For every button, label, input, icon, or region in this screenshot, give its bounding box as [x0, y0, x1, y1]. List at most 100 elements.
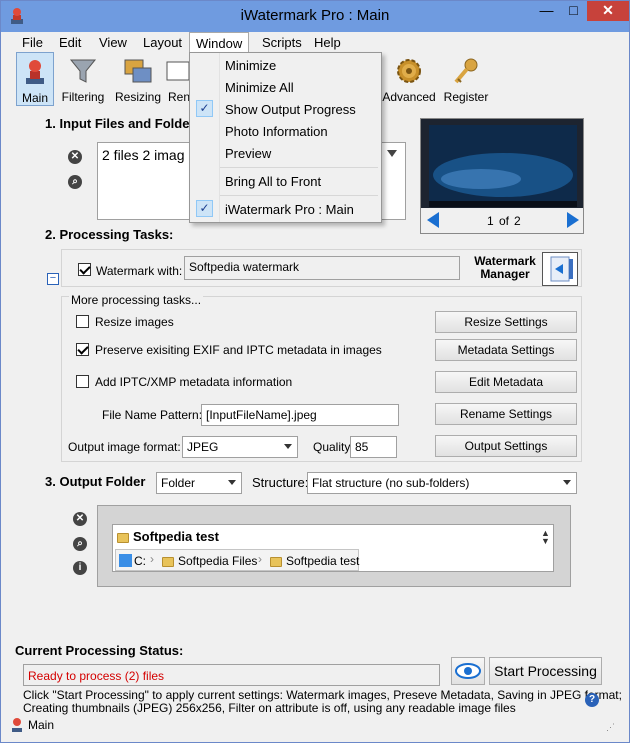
output-folder-view[interactable]: Softpedia test ▲ ▼ C: › Softpedia Files ›…: [112, 524, 554, 572]
watermark-manager-label: Watermark Manager: [474, 254, 536, 281]
menu-edit[interactable]: Edit: [59, 35, 81, 50]
breadcrumb-separator-icon: ›: [258, 552, 262, 566]
resize-grip-icon[interactable]: ⋰: [606, 722, 615, 733]
maximize-button[interactable]: □: [560, 0, 587, 21]
previous-arrow-icon[interactable]: [427, 212, 439, 228]
toolbar-rename-button[interactable]: Ren: [166, 52, 190, 106]
resize-checkbox[interactable]: [76, 315, 89, 328]
page-total: 2: [514, 214, 521, 228]
page-of: of: [499, 214, 510, 228]
quality-field[interactable]: 85: [350, 436, 397, 458]
status-description-line1: Click "Start Processing" to apply curren…: [23, 688, 622, 702]
menu-bar: File Edit View Layout Window Scripts Hel…: [8, 32, 622, 52]
processing-tasks-title: 2. Processing Tasks:: [45, 227, 174, 242]
input-files-list-dropdown[interactable]: [382, 142, 406, 220]
close-button[interactable]: ✕: [587, 0, 629, 21]
quality-label: Quality:: [313, 440, 354, 454]
menu-help[interactable]: Help: [314, 35, 341, 50]
remove-icon[interactable]: ✕: [68, 150, 82, 164]
edit-metadata-button[interactable]: Edit Metadata: [435, 371, 577, 393]
page-current: 1: [487, 214, 494, 228]
watermark-field[interactable]: Softpedia watermark: [184, 256, 460, 280]
structure-label: Structure:: [252, 475, 309, 490]
next-arrow-icon[interactable]: [567, 212, 579, 228]
menu-window[interactable]: Window: [189, 32, 250, 52]
watermark-manager-button[interactable]: [542, 252, 578, 286]
output-format-label: Output image format:: [68, 440, 181, 454]
chevron-down-icon: [284, 444, 292, 449]
check-icon: ✓: [196, 200, 213, 217]
help-icon[interactable]: ?: [585, 693, 599, 707]
title-bar: iWatermark Pro : Main — □ ✕: [0, 0, 630, 32]
watermark-manager-icon: [550, 256, 573, 282]
status-description-line2: Creating thumbnails (JPEG) 256x256, Filt…: [23, 701, 516, 715]
rename-settings-button[interactable]: Rename Settings: [435, 403, 577, 425]
menu-separator: [220, 167, 378, 168]
output-folder-name: Softpedia test: [117, 529, 219, 544]
toolbar-resizing-button[interactable]: Resizing: [112, 52, 164, 106]
breadcrumb: C: › Softpedia Files › Softpedia test: [115, 549, 359, 571]
status-bar-label: Main: [28, 718, 55, 732]
file-name-pattern-field[interactable]: [InputFileName].jpeg: [201, 404, 399, 426]
breadcrumb-drive[interactable]: C:: [134, 554, 146, 568]
file-name-pattern-label: File Name Pattern:: [102, 408, 203, 422]
metadata-label: Preserve exisiting EXIF and IPTC metadat…: [95, 343, 382, 357]
resize-label: Resize images: [95, 315, 174, 329]
minimize-button[interactable]: —: [533, 0, 560, 21]
menu-layout[interactable]: Layout: [143, 35, 182, 50]
menu-view[interactable]: View: [99, 35, 127, 50]
menu-item-minimize-all[interactable]: Minimize All: [190, 76, 381, 98]
gear-icon: [397, 59, 421, 83]
menu-item-minimize[interactable]: Minimize: [190, 54, 381, 76]
structure-select[interactable]: Flat structure (no sub-folders): [307, 472, 577, 494]
search-output-icon[interactable]: ⌕: [73, 537, 87, 551]
menu-item-show-output-progress[interactable]: ✓ Show Output Progress: [190, 98, 381, 120]
chevron-down-icon: [228, 480, 236, 485]
iptc-label: Add IPTC/XMP metadata information: [95, 375, 293, 389]
output-settings-button[interactable]: Output Settings: [435, 435, 577, 457]
metadata-checkbox[interactable]: [76, 343, 89, 356]
status-title: Current Processing Status:: [15, 643, 184, 658]
menu-file[interactable]: File: [22, 35, 43, 50]
toolbar-main-button[interactable]: Main: [16, 52, 54, 106]
menu-item-preview[interactable]: Preview: [190, 142, 381, 164]
folder-icon: [117, 532, 129, 543]
toolbar-advanced-button[interactable]: Advanced: [380, 52, 438, 106]
resize-settings-button[interactable]: Resize Settings: [435, 311, 577, 333]
breadcrumb-folder-1[interactable]: Softpedia Files: [162, 554, 257, 568]
stamp-icon: [26, 60, 44, 84]
menu-item-main-window[interactable]: ✓ iWatermark Pro : Main: [190, 198, 381, 220]
status-message: Ready to process (2) files: [23, 664, 440, 686]
remove-output-icon[interactable]: ✕: [73, 512, 87, 526]
menu-separator: [220, 195, 378, 196]
search-icon[interactable]: ⌕: [68, 175, 82, 189]
metadata-settings-button[interactable]: Metadata Settings: [435, 339, 577, 361]
scroll-arrows-icon[interactable]: ▲ ▼: [541, 529, 550, 546]
eye-icon: [455, 663, 481, 679]
iptc-checkbox[interactable]: [76, 375, 89, 388]
collapse-icon[interactable]: −: [47, 273, 59, 285]
menu-scripts[interactable]: Scripts: [262, 35, 302, 50]
input-files-summary: 2 files 2 imag: [102, 147, 185, 163]
rename-icon: [166, 61, 190, 81]
output-folder-type-select[interactable]: Folder: [156, 472, 242, 494]
output-folder-title: 3. Output Folder: [45, 474, 146, 489]
watermark-label: Watermark with:: [96, 264, 183, 278]
info-icon[interactable]: i: [73, 561, 87, 575]
menu-item-bring-all-to-front[interactable]: Bring All to Front: [190, 170, 381, 192]
menu-item-photo-information[interactable]: Photo Information: [190, 120, 381, 142]
toolbar-register-button[interactable]: Register: [440, 52, 492, 106]
watermark-checkbox[interactable]: [78, 263, 91, 276]
start-processing-button[interactable]: Start Processing: [489, 657, 602, 685]
preview-output-button[interactable]: [451, 657, 485, 685]
toolbar-filtering-button[interactable]: Filtering: [58, 52, 108, 106]
output-format-select[interactable]: JPEG: [182, 436, 298, 458]
resize-icon: [124, 59, 152, 83]
folder-icon: [270, 556, 282, 567]
filter-icon: [69, 59, 97, 83]
window-menu-dropdown: Minimize Minimize All ✓ Show Output Prog…: [189, 52, 382, 223]
stamp-icon: [12, 718, 22, 732]
breadcrumb-folder-2[interactable]: Softpedia test: [270, 554, 359, 568]
key-icon: [454, 58, 478, 84]
input-files-title: 1. Input Files and Folde: [45, 116, 190, 131]
